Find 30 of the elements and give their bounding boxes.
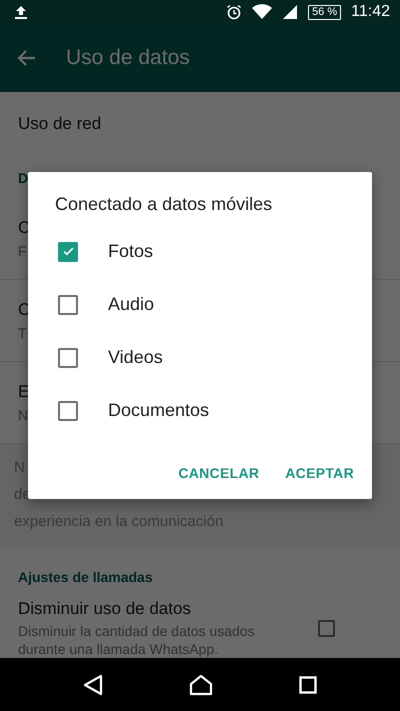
checkbox[interactable]	[58, 294, 78, 314]
option-label[interactable]: Fotos	[108, 241, 154, 262]
setting-title: Disminuir uso de datos	[18, 599, 192, 619]
dialog-button[interactable]: CANCELAR	[170, 455, 268, 491]
dialog-title: Conectado a datos móviles	[54, 194, 274, 215]
setting-subtitle: Disminuir la cantidad de datos usados durante una llamada WhatsApp.	[18, 622, 256, 658]
dialog-button[interactable]: ACEPTAR	[277, 455, 362, 491]
setting-subtitle: F	[18, 243, 27, 259]
wifi-icon	[252, 4, 272, 20]
section-header: D	[17, 169, 30, 188]
setting-subtitle: T	[18, 325, 27, 341]
alarm-icon	[226, 4, 242, 20]
signal-icon	[282, 4, 298, 20]
option-label[interactable]: Documentos	[108, 400, 210, 421]
screen-title: Uso de datos	[66, 46, 190, 70]
setting-subtitle: N	[18, 407, 28, 423]
checkbox[interactable]	[58, 400, 78, 420]
back-arrow-icon[interactable]	[16, 49, 36, 67]
setting-title: E	[18, 382, 30, 402]
clock: 11:42	[351, 3, 390, 21]
upload-icon	[14, 5, 28, 19]
option-label[interactable]: Audio	[108, 294, 154, 315]
checkbox[interactable]	[58, 348, 78, 368]
checkbox[interactable]	[58, 242, 78, 262]
checkbox[interactable]	[318, 620, 335, 637]
check-icon	[62, 245, 74, 258]
option-label[interactable]: Videos	[108, 347, 163, 368]
setting-title: Uso de red	[18, 114, 102, 134]
section-header: Ajustes de llamadas	[17, 568, 154, 587]
battery-level: 56 %	[308, 4, 342, 20]
